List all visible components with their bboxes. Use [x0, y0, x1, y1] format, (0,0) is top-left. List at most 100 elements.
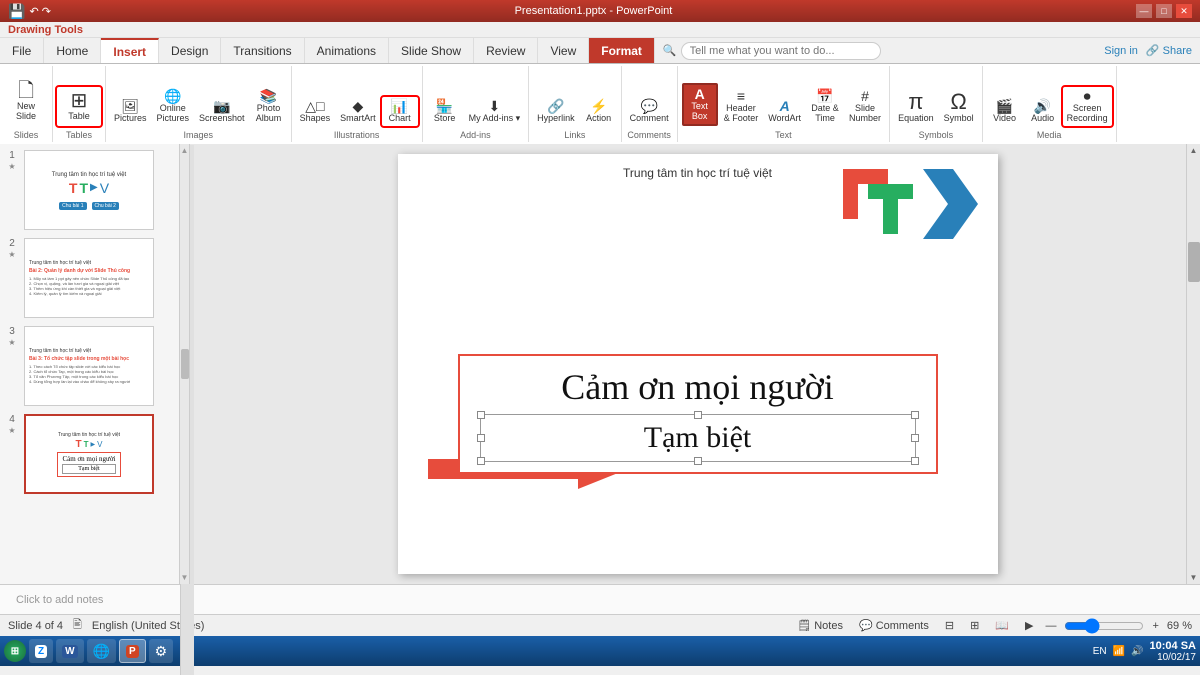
signin-link[interactable]: Sign in — [1104, 45, 1138, 57]
my-addins-button[interactable]: ⬇ My Add-ins ▾ — [465, 97, 525, 126]
zoom-in[interactable]: + — [1152, 620, 1158, 632]
share-button[interactable]: 🔗 Share — [1146, 44, 1192, 57]
tab-file[interactable]: File — [0, 38, 44, 63]
comments-button[interactable]: 💬 Comments — [855, 619, 933, 632]
slide-preview-2: Trung tâm tin học trí tuệ việt Bài 2: Qu… — [24, 238, 154, 318]
tab-design[interactable]: Design — [159, 38, 221, 63]
video-button[interactable]: 🎬 Video — [987, 97, 1023, 126]
network-icon: 📶 — [1113, 646, 1125, 657]
taskbar-zalo[interactable]: Z — [29, 639, 53, 663]
online-pictures-button[interactable]: 🌐 OnlinePictures — [153, 87, 194, 126]
group-links: 🔗 Hyperlink ⚡ Action Links — [529, 66, 622, 142]
start-button[interactable]: ⊞ — [4, 640, 26, 662]
maximize-button[interactable]: □ — [1156, 4, 1172, 18]
taskbar-right: EN 📶 🔊 10:04 SA 10/02/17 — [1093, 640, 1196, 663]
taskbar-chrome[interactable]: 🌐 — [87, 639, 116, 663]
comment-button[interactable]: 💬 Comment — [626, 97, 673, 126]
slide-thumb-1[interactable]: 1 ★ Trung tâm tin học trí tuệ việt TT▶V … — [4, 148, 175, 232]
store-button[interactable]: 🏪 Store — [427, 97, 463, 126]
wordart-button[interactable]: A WordArt — [764, 97, 805, 126]
action-button[interactable]: ⚡ Action — [581, 97, 617, 126]
slide-preview-3: Trung tâm tin học trí tuệ việt Bài 3: Tổ… — [24, 326, 154, 406]
view-reading[interactable]: 📖 — [991, 619, 1013, 632]
screen-recording-button[interactable]: ⏺ ScreenRecording — [1063, 87, 1112, 126]
drawing-tools-bar: Drawing Tools — [0, 22, 1200, 38]
volume-icon: 🔊 — [1131, 646, 1143, 657]
right-scrollbar[interactable]: ▲ ▼ — [1186, 144, 1200, 584]
header-footer-button[interactable]: ≡ Header& Footer — [720, 87, 763, 126]
search-icon: 🔍 — [663, 44, 677, 57]
textbox-button[interactable]: A TextBox — [682, 83, 718, 126]
slide-thumb-3[interactable]: 3 ★ Trung tâm tin học trí tuệ việt Bài 3… — [4, 324, 175, 408]
close-button[interactable]: ✕ — [1176, 4, 1192, 18]
ribbon-right: Sign in 🔗 Share — [1096, 38, 1200, 63]
group-tables: ⊞ Table Tables — [53, 66, 106, 142]
taskbar-word[interactable]: W — [56, 639, 83, 663]
slide-preview-4: Trung tâm tin học trí tuệ việt TT▶V Cảm … — [24, 414, 154, 494]
zoom-out[interactable]: — — [1045, 620, 1056, 632]
equation-button[interactable]: π Equation — [894, 89, 938, 126]
ribbon-content: 🗋 NewSlide Slides ⊞ Table Tables 🖼 Pictu… — [0, 64, 1200, 144]
slide-thumb-4[interactable]: 4 ★ Trung tâm tin học trí tuệ việt TT▶V … — [4, 412, 175, 496]
status-bar-right: 🗒 Notes 💬 Comments ⊟ ⊞ 📖 ▶ — + 69 % — [793, 618, 1192, 634]
tab-animations[interactable]: Animations — [305, 38, 389, 63]
quick-access[interactable]: ↶ ↷ — [29, 5, 51, 18]
tab-view[interactable]: View — [538, 38, 589, 63]
main-text-box[interactable]: Cảm ơn mọi người Tạm biệt — [458, 354, 938, 474]
search-input[interactable] — [681, 42, 881, 60]
handle-br — [911, 457, 919, 465]
slide: Trung tâm tin học trí tuệ việt — [398, 154, 998, 574]
hyperlink-button[interactable]: 🔗 Hyperlink — [533, 97, 579, 126]
taskbar-settings[interactable]: ⚙ — [149, 639, 174, 663]
chart-button[interactable]: 📊 Chart — [382, 97, 418, 126]
notes-button[interactable]: 🗒 Notes — [793, 619, 847, 632]
view-slide-sorter[interactable]: ⊞ — [966, 619, 983, 632]
shapes-button[interactable]: △□ Shapes — [296, 97, 335, 126]
group-images: 🖼 Pictures 🌐 OnlinePictures 📷 Screenshot… — [106, 66, 292, 142]
pictures-button[interactable]: 🖼 Pictures — [110, 97, 151, 126]
screenshot-button[interactable]: 📷 Screenshot — [195, 97, 249, 126]
group-comments: 💬 Comment Comments — [622, 66, 678, 142]
slide-icon: 🖹 — [73, 616, 82, 635]
datetime-button[interactable]: 📅 Date &Time — [807, 87, 843, 126]
group-illustrations: △□ Shapes ◆ SmartArt 📊 Chart Illustratio… — [292, 66, 423, 142]
handle-bl — [477, 457, 485, 465]
smartart-button[interactable]: ◆ SmartArt — [336, 97, 380, 126]
view-normal[interactable]: ⊟ — [941, 619, 958, 632]
tab-home[interactable]: Home — [44, 38, 101, 63]
group-slides: 🗋 NewSlide Slides — [0, 66, 53, 142]
handle-ml — [477, 434, 485, 442]
new-slide-button[interactable]: 🗋 NewSlide — [4, 77, 48, 126]
slide-count: Slide 4 of 4 — [8, 620, 63, 632]
tab-transitions[interactable]: Transitions — [221, 38, 304, 63]
comments-icon: 💬 — [859, 619, 873, 632]
tab-review[interactable]: Review — [474, 38, 538, 63]
handle-tr — [911, 411, 919, 419]
group-text: A TextBox ≡ Header& Footer A WordArt 📅 D… — [678, 66, 890, 142]
zoom-slider[interactable] — [1064, 618, 1144, 634]
tab-format[interactable]: Format — [589, 38, 655, 63]
symbol-button[interactable]: Ω Symbol — [940, 89, 978, 126]
group-media: 🎬 Video 🔊 Audio ⏺ ScreenRecording Media — [983, 66, 1117, 142]
group-slides-label: Slides — [14, 128, 39, 140]
handle-tc — [694, 411, 702, 419]
drawing-tools-label: Drawing Tools — [8, 24, 83, 36]
audio-button[interactable]: 🔊 Audio — [1025, 97, 1061, 126]
ribbon-search-area: 🔍 — [655, 38, 1096, 63]
handle-mr — [911, 434, 919, 442]
minimize-button[interactable]: — — [1136, 4, 1152, 18]
slide-thumb-2[interactable]: 2 ★ Trung tâm tin học trí tuệ việt Bài 2… — [4, 236, 175, 320]
table-button[interactable]: ⊞ Table — [57, 87, 101, 126]
slide-canvas-area: ▲ ▼ Trung tâm tin học trí tuệ việt — [180, 144, 1200, 584]
tab-insert[interactable]: Insert — [101, 38, 159, 63]
inner-text-box[interactable]: Tạm biệt — [480, 414, 916, 462]
photo-album-button[interactable]: 📚 PhotoAlbum — [251, 87, 287, 126]
title-bar: 💾 ↶ ↷ Presentation1.pptx - PowerPoint — … — [0, 0, 1200, 22]
taskbar-powerpoint[interactable]: P — [119, 639, 146, 663]
zoom-level: 69 % — [1167, 620, 1192, 632]
tab-slideshow[interactable]: Slide Show — [389, 38, 474, 63]
view-slideshow[interactable]: ▶ — [1021, 619, 1037, 632]
slide-number-button[interactable]: # SlideNumber — [845, 87, 885, 126]
notes-placeholder: Click to add notes — [16, 594, 103, 606]
ttv-logo — [838, 164, 978, 247]
